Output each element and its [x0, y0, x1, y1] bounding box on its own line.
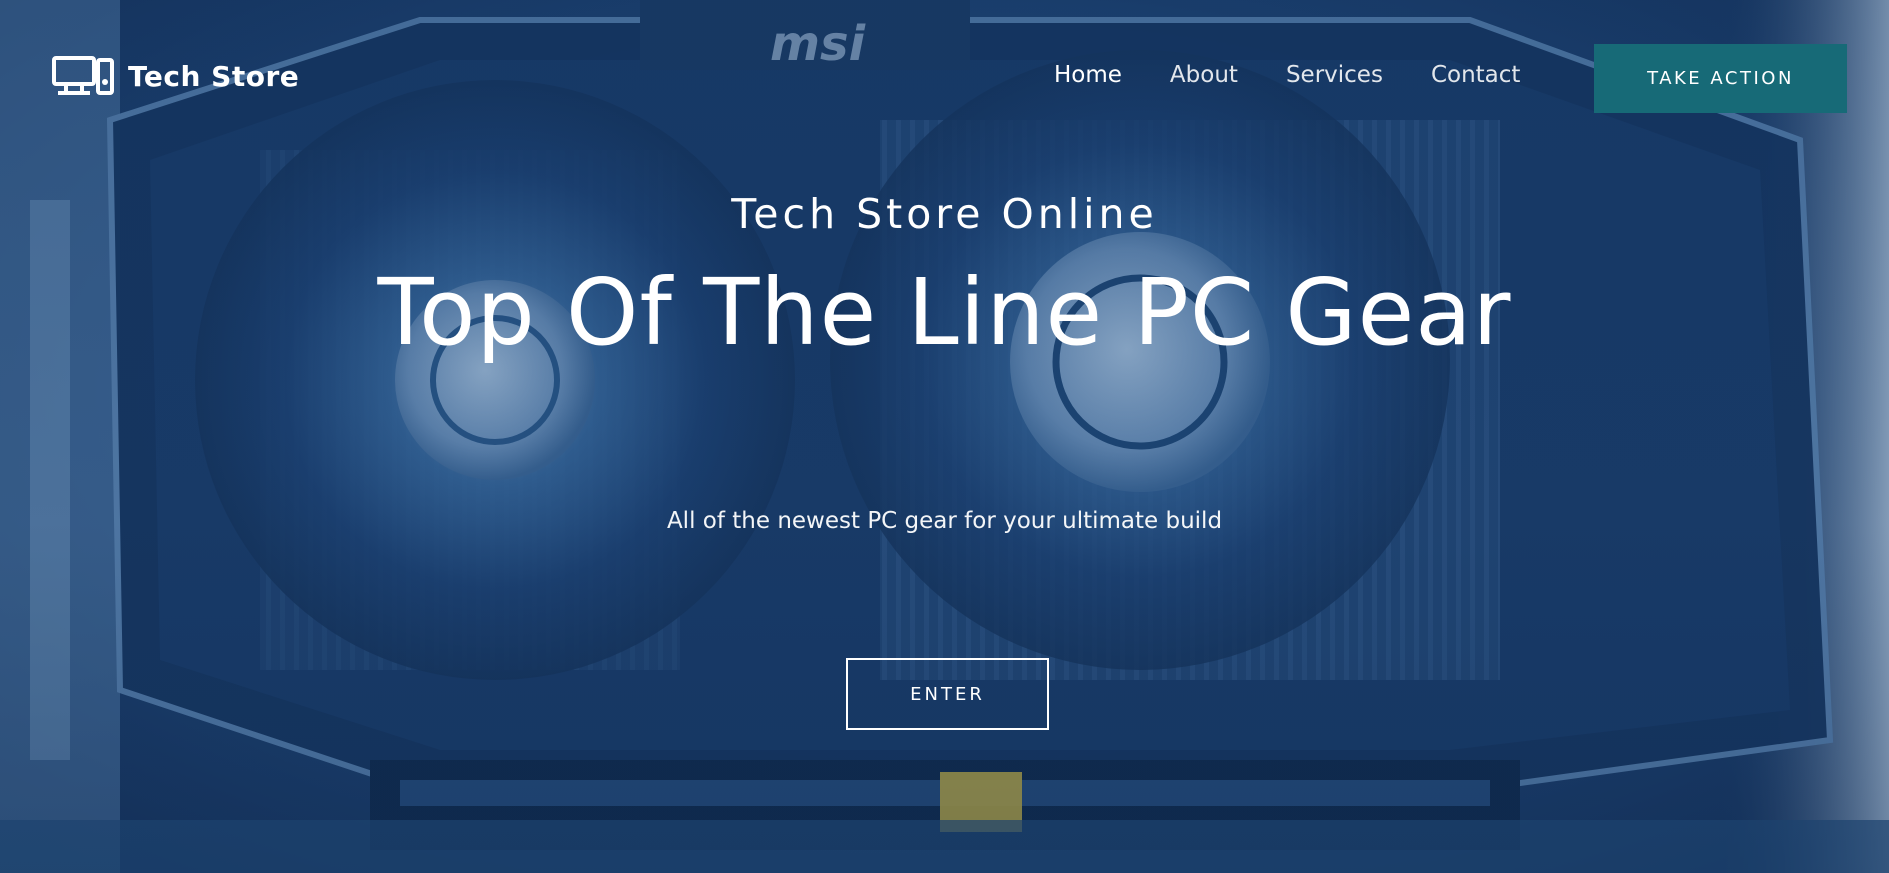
brand-logo[interactable]: Tech Store [52, 56, 299, 96]
hero-subtitle: All of the newest PC gear for your ultim… [666, 508, 1223, 534]
hero-section: msi Tech Store Home About Services Conta… [0, 0, 1889, 873]
blue-tint-overlay [0, 0, 1889, 873]
enter-button[interactable]: ENTER [846, 658, 1049, 730]
main-nav: Home About Services Contact [1054, 62, 1520, 88]
nav-item-contact[interactable]: Contact [1431, 62, 1520, 88]
nav-item-home[interactable]: Home [1054, 62, 1122, 88]
computer-monitor-icon [52, 56, 114, 96]
brand-name: Tech Store [128, 59, 300, 93]
nav-item-services[interactable]: Services [1286, 62, 1383, 88]
nav-item-about[interactable]: About [1170, 62, 1238, 88]
hero-tagline: Tech Store Online [731, 190, 1158, 238]
hero-headline: Top Of The Line PC Gear [377, 259, 1512, 366]
take-action-button[interactable]: TAKE ACTION [1594, 44, 1847, 113]
